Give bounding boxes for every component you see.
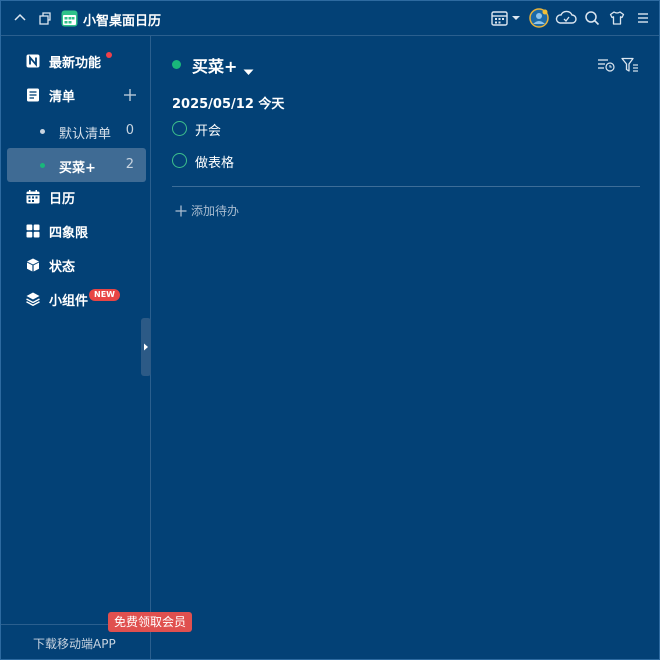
add-list-icon[interactable]: [123, 87, 137, 106]
task-checkbox[interactable]: [172, 153, 187, 168]
plus-icon: [175, 202, 187, 221]
task-item[interactable]: 开会: [172, 118, 632, 142]
main-panel: 买菜+ 2025/05/12 今天 开会 做表格 添加待办: [151, 36, 659, 659]
list-name: 默认清单: [59, 127, 112, 142]
calendar-view-dropdown[interactable]: [491, 9, 521, 27]
sidebar-item-label: 四象限: [49, 226, 89, 241]
list-item-shopping[interactable]: 买菜+ 2: [7, 148, 146, 182]
sidebar-item-widgets[interactable]: 小组件: [1, 285, 150, 313]
sidebar-footer: 下载移动端APP 免费领取会员: [1, 612, 193, 659]
chevron-right-icon: [144, 343, 148, 351]
layers-icon: [25, 291, 41, 307]
sidebar-item-status[interactable]: 状态: [1, 251, 150, 279]
cloud-sync-icon[interactable]: [555, 9, 577, 27]
quadrant-icon: [25, 223, 41, 239]
sort-time-icon[interactable]: [597, 56, 615, 74]
sidebar-item-label: 日历: [49, 192, 76, 207]
filter-icon[interactable]: [621, 56, 639, 74]
pin-window-icon[interactable]: [36, 9, 54, 27]
collapse-up-icon[interactable]: [11, 9, 29, 27]
list-name: 买菜+: [59, 161, 96, 176]
sidebar-item-label: 小组件: [49, 294, 89, 309]
menu-icon[interactable]: [634, 9, 652, 27]
list-count: 0: [125, 123, 134, 138]
notification-dot: [106, 52, 112, 58]
new-badge: NEW: [89, 289, 120, 301]
add-todo-label: 添加待办: [191, 204, 240, 218]
chevron-down-icon[interactable]: [243, 61, 254, 80]
search-icon[interactable]: [583, 9, 601, 27]
download-app-link[interactable]: 下载移动端APP: [33, 635, 116, 652]
title-bar: 小智桌面日历: [1, 1, 659, 36]
calendar-icon: [25, 189, 41, 205]
date-heading: 2025/05/12 今天: [172, 97, 285, 112]
sidebar-item-quadrant[interactable]: 四象限: [1, 217, 150, 245]
list-icon: [25, 87, 41, 103]
sidebar-item-label: 状态: [49, 260, 76, 275]
app-window: 小智桌面日历 最新功能 清单 默认清单 0 买菜+ 2 日历 四象限 状态 小组…: [0, 0, 660, 660]
task-item[interactable]: 做表格: [172, 150, 632, 174]
sidebar-item-label: 清单: [49, 90, 76, 105]
list-color-dot: [40, 129, 45, 134]
list-count: 2: [125, 157, 134, 172]
list-color-dot: [172, 60, 181, 69]
task-title[interactable]: 开会: [195, 120, 221, 139]
sidebar-item-calendar[interactable]: 日历: [1, 183, 150, 211]
cube-icon: [25, 257, 41, 273]
list-color-dot: [40, 163, 45, 168]
list-title[interactable]: 买菜+: [192, 53, 237, 77]
task-checkbox[interactable]: [172, 121, 187, 136]
sidebar-item-lists[interactable]: 清单: [1, 81, 150, 109]
app-title: 小智桌面日历: [83, 14, 162, 29]
list-item-default[interactable]: 默认清单 0: [7, 114, 146, 148]
sidebar-item-label: 最新功能: [49, 56, 102, 71]
sidebar: 最新功能 清单 默认清单 0 买菜+ 2 日历 四象限 状态 小组件 NEW 下…: [1, 36, 193, 659]
sidebar-item-whats-new[interactable]: 最新功能: [1, 47, 150, 75]
calendar-app-logo-icon: [60, 9, 78, 27]
sidebar-collapse-handle[interactable]: [141, 318, 151, 376]
task-title[interactable]: 做表格: [195, 152, 234, 171]
theme-shirt-icon[interactable]: [608, 9, 626, 27]
user-avatar[interactable]: [529, 8, 549, 28]
divider: [172, 186, 640, 187]
whats-new-icon: [25, 53, 41, 69]
